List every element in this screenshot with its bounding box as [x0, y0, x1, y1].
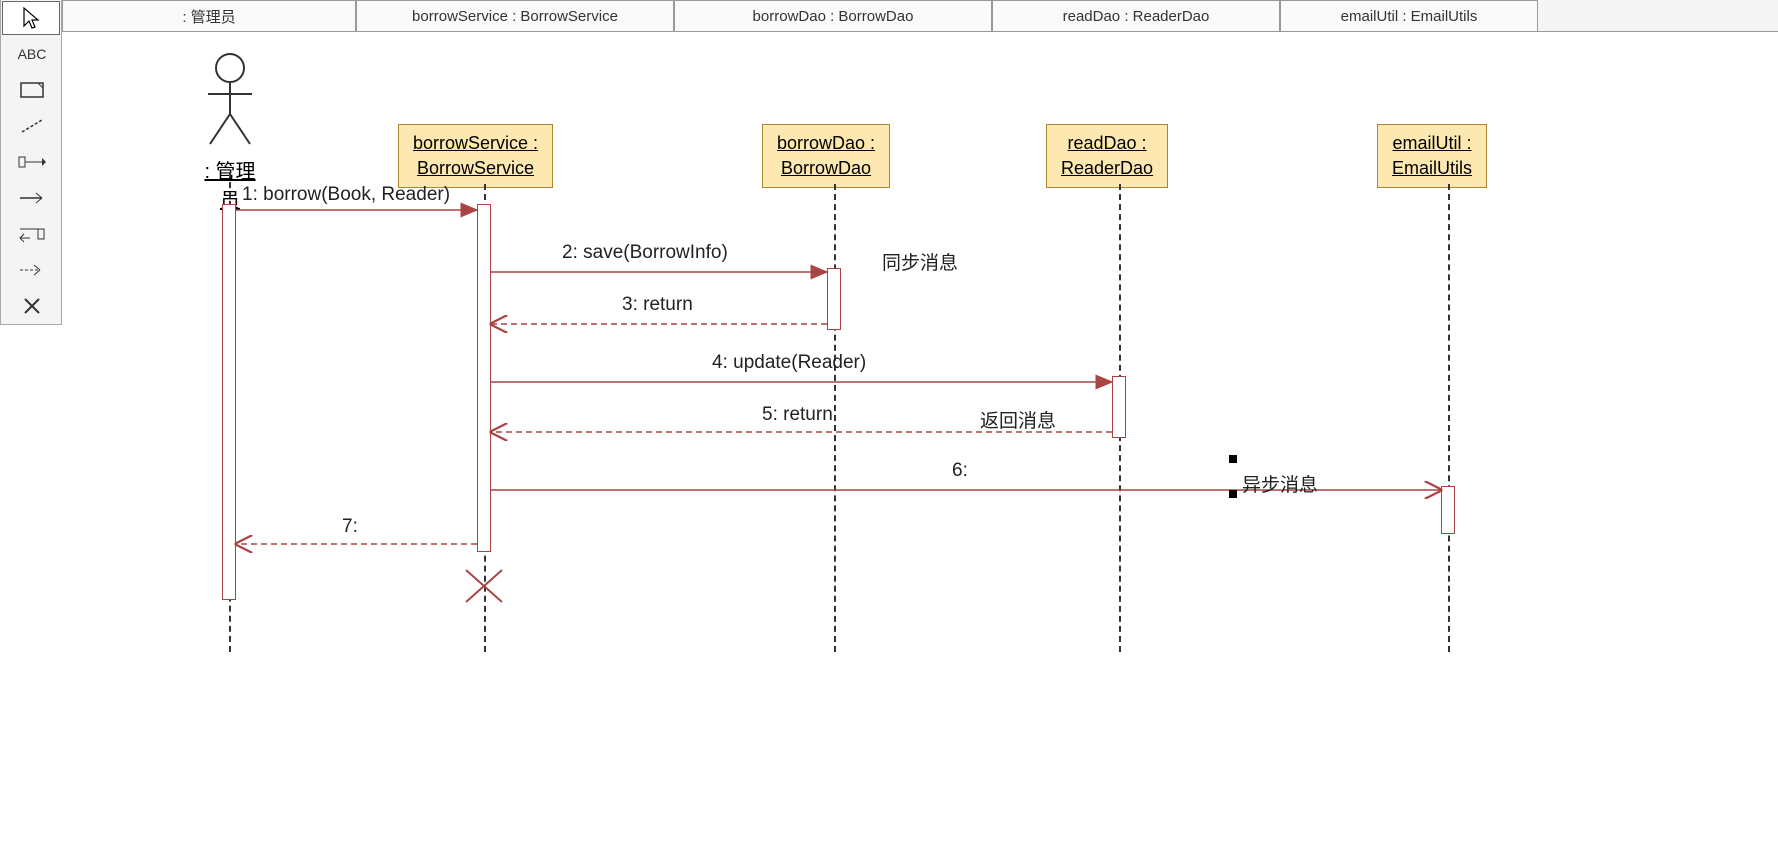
activation-actor[interactable]: [222, 204, 236, 600]
tab-label: emailUtil : EmailUtils: [1341, 8, 1478, 25]
note-icon: [20, 82, 44, 98]
tool-delete[interactable]: [1, 288, 63, 324]
header-tab-emailUtil[interactable]: emailUtil : EmailUtils: [1280, 0, 1538, 31]
msg-5-label[interactable]: 5: return: [762, 404, 833, 426]
tab-label: borrowDao : BorrowDao: [753, 8, 914, 25]
tab-label: readDao : ReaderDao: [1063, 8, 1210, 25]
message-arrows: [62, 32, 1778, 854]
lifeline-name: readDao :: [1068, 133, 1147, 153]
tool-text[interactable]: ABC: [1, 36, 63, 72]
header-tab-borrowDao[interactable]: borrowDao : BorrowDao: [674, 0, 992, 31]
return-icon: [18, 226, 46, 242]
create-icon: [18, 264, 46, 276]
lifeline-line-borrowDao: [834, 184, 836, 652]
selection-handle[interactable]: [1229, 455, 1237, 463]
lifeline-type: BorrowDao: [781, 158, 871, 178]
delete-icon: [23, 297, 41, 315]
msg-6-label[interactable]: 6:: [952, 460, 968, 482]
lifeline-name: borrowService :: [413, 133, 538, 153]
sync-icon: [18, 154, 46, 170]
tool-return-msg[interactable]: [1, 216, 63, 252]
tool-pointer[interactable]: [2, 1, 60, 35]
actor-icon: [200, 52, 260, 146]
tab-label: borrowService : BorrowService: [412, 8, 618, 25]
activation-borrowDao[interactable]: [827, 268, 841, 330]
tool-async-msg[interactable]: [1, 180, 63, 216]
activation-readDao[interactable]: [1112, 376, 1126, 438]
pointer-icon: [21, 6, 41, 30]
header-tab-borrowService[interactable]: borrowService : BorrowService: [356, 0, 674, 31]
toolbox: ABC: [0, 0, 62, 325]
lifeline-borrowService[interactable]: borrowService : BorrowService: [398, 124, 553, 188]
activation-emailUtil[interactable]: [1441, 486, 1455, 534]
diagram-canvas[interactable]: : 管理员 borrowService : BorrowService borr…: [62, 32, 1778, 854]
msg-7-label[interactable]: 7:: [342, 516, 358, 538]
tool-line[interactable]: [1, 108, 63, 144]
tool-sync-msg[interactable]: [1, 144, 63, 180]
async-icon: [18, 192, 46, 204]
selection-handle[interactable]: [1229, 490, 1237, 498]
tab-label: : 管理员: [182, 6, 235, 27]
lifeline-readDao[interactable]: readDao : ReaderDao: [1046, 124, 1168, 188]
header-tab-actor[interactable]: : 管理员: [62, 0, 356, 31]
lifeline-borrowDao[interactable]: borrowDao : BorrowDao: [762, 124, 890, 188]
lifeline-type: ReaderDao: [1061, 158, 1153, 178]
lifeline-type: BorrowService: [417, 158, 534, 178]
lifeline-name: emailUtil :: [1393, 133, 1472, 153]
note-sync[interactable]: 同步消息: [882, 248, 958, 275]
msg-2-label[interactable]: 2: save(BorrowInfo): [562, 242, 728, 264]
header-tab-readDao[interactable]: readDao : ReaderDao: [992, 0, 1280, 31]
msg-4-label[interactable]: 4: update(Reader): [712, 352, 866, 374]
tool-note[interactable]: [1, 72, 63, 108]
msg-1-label[interactable]: 1: borrow(Book, Reader): [242, 184, 450, 206]
lifeline-type: EmailUtils: [1392, 158, 1472, 178]
lifeline-emailUtil[interactable]: emailUtil : EmailUtils: [1377, 124, 1487, 188]
msg-3-label[interactable]: 3: return: [622, 294, 693, 316]
tool-create-msg[interactable]: [1, 252, 63, 288]
line-icon: [20, 118, 44, 134]
text-icon: ABC: [18, 46, 47, 62]
lifeline-name: borrowDao :: [777, 133, 875, 153]
note-return[interactable]: 返回消息: [980, 406, 1056, 433]
activation-borrowService[interactable]: [477, 204, 491, 552]
note-async[interactable]: 异步消息: [1242, 470, 1318, 497]
lifeline-line-emailUtil: [1448, 184, 1450, 652]
